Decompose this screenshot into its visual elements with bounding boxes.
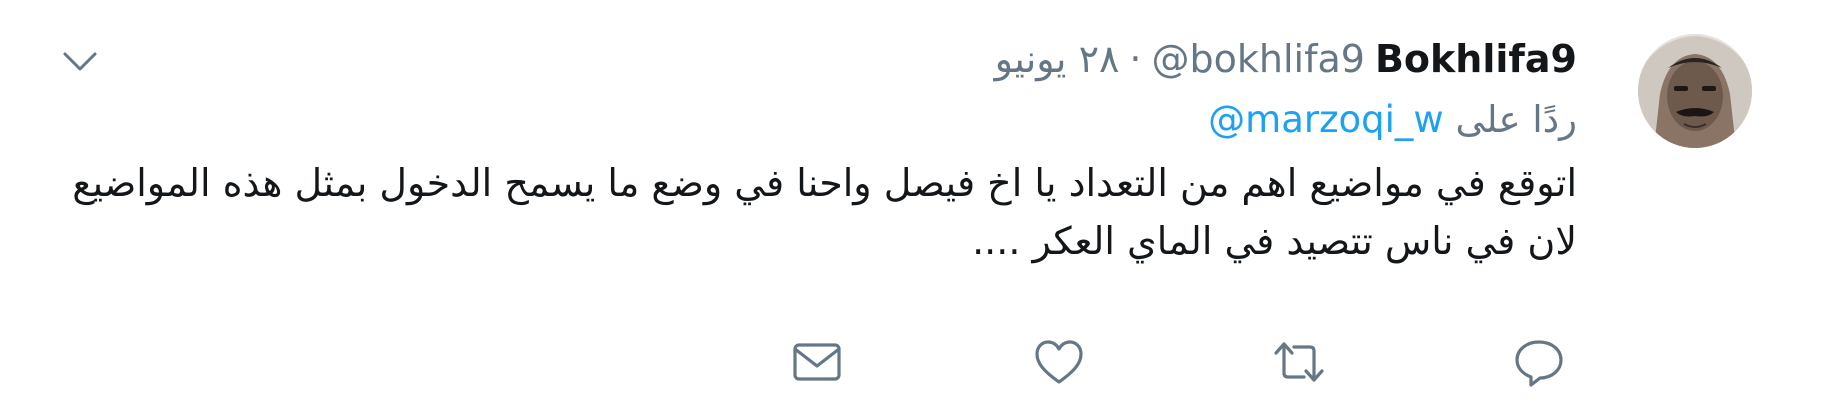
avatar[interactable] xyxy=(1638,34,1752,148)
heart-icon xyxy=(1035,340,1083,384)
retweet-button[interactable] xyxy=(1272,335,1326,389)
reply-icon xyxy=(1515,340,1563,387)
display-name[interactable]: Bokhlifa9 xyxy=(1375,28,1577,90)
separator-dot: · xyxy=(1129,37,1142,81)
envelope-icon xyxy=(793,343,841,381)
reply-prefix: ردًا على xyxy=(1455,98,1577,141)
username[interactable]: @bokhlifa9 xyxy=(1152,28,1365,90)
tweet-content: Bokhlifa9 @bokhlifa9 · ٢٨ يونيو ردًا على… xyxy=(67,28,1577,270)
direct-message-button[interactable] xyxy=(790,335,844,389)
reply-button[interactable] xyxy=(1512,335,1566,389)
tweet-header: Bokhlifa9 @bokhlifa9 · ٢٨ يونيو xyxy=(67,28,1577,90)
reply-context: ردًا على @marzoqi_w xyxy=(67,90,1577,150)
reply-to-link[interactable]: @marzoqi_w xyxy=(1208,98,1444,141)
tweet[interactable]: Bokhlifa9 @bokhlifa9 · ٢٨ يونيو ردًا على… xyxy=(0,0,1829,407)
tweet-date[interactable]: ٢٨ يونيو xyxy=(995,28,1120,90)
like-button[interactable] xyxy=(1032,335,1086,389)
tweet-text: اتوقع في مواضيع اهم من التعداد يا اخ فيص… xyxy=(72,161,1577,263)
tweet-actions xyxy=(0,335,1829,395)
retweet-icon xyxy=(1274,342,1324,382)
